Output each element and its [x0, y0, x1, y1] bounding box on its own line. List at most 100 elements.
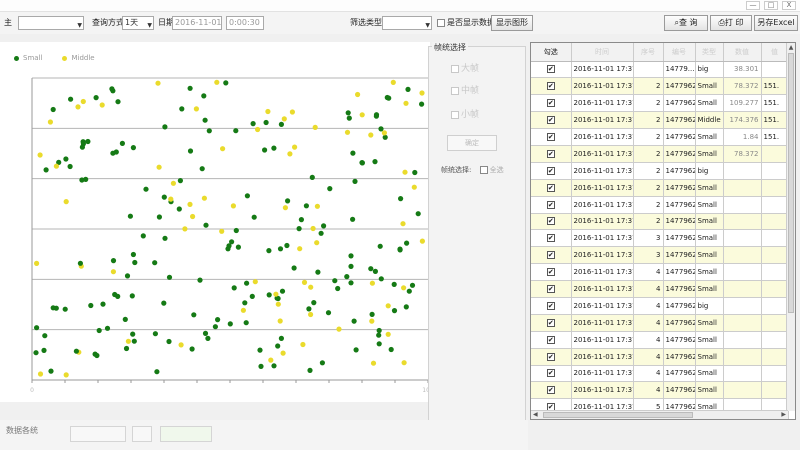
column-header[interactable]: 序号 [633, 43, 664, 62]
table-row[interactable]: ✔ 2016-11-01 17:37414779628...Small [531, 365, 789, 383]
row-select-cell[interactable]: ✔ [531, 314, 572, 332]
column-header[interactable]: 类型 [695, 43, 724, 62]
only-show-checkbox[interactable]: 是否显示数据 [437, 16, 495, 30]
row-checkbox[interactable]: ✔ [546, 116, 555, 125]
table-row[interactable]: ✔ 2016-11-01 17:37214779628...Small [531, 179, 789, 197]
column-header[interactable]: 值 [761, 43, 789, 62]
row-select-cell[interactable]: ✔ [531, 111, 572, 130]
table-row[interactable]: ✔ 2016-11-01 17:37314779628...Small [531, 246, 789, 265]
row-checkbox[interactable]: ✔ [546, 183, 555, 192]
filter-type-select[interactable]: ▼ [382, 16, 432, 30]
table-row[interactable]: ✔ 2016-11-01 17:37414779628...big [531, 297, 789, 315]
filter-option-large[interactable]: 大帧 [451, 61, 479, 74]
row-checkbox[interactable]: ✔ [546, 82, 555, 91]
row-checkbox[interactable]: ✔ [546, 166, 555, 175]
row-select-cell[interactable]: ✔ [531, 229, 572, 248]
column-header[interactable]: 数值 [723, 43, 762, 62]
row-select-cell[interactable]: ✔ [531, 145, 572, 163]
table-row[interactable]: ✔ 2016-11-01 17:37214779628...big [531, 162, 789, 180]
maximize-button[interactable]: □ [764, 1, 778, 10]
close-button[interactable]: X [782, 1, 796, 10]
row-select-cell[interactable]: ✔ [531, 179, 572, 197]
scroll-right-icon[interactable]: ▶ [781, 411, 786, 419]
row-checkbox[interactable]: ✔ [546, 217, 555, 226]
table-row[interactable]: ✔ 2016-11-01 17:37214779628...Small109.27… [531, 94, 789, 113]
bottom-button-1[interactable] [70, 426, 126, 442]
checkbox-box[interactable] [451, 110, 459, 119]
table-row[interactable]: ✔ 2016-11-01 17:37414779628...Small [531, 348, 789, 366]
row-checkbox[interactable]: ✔ [546, 234, 555, 243]
select-all-checkbox[interactable]: 全选 [479, 166, 504, 174]
row-select-cell[interactable]: ✔ [531, 280, 572, 298]
table-row[interactable]: ✔ 2016-11-01 17:37414779628...Small [531, 331, 789, 349]
row-checkbox[interactable]: ✔ [546, 251, 555, 260]
row-select-cell[interactable]: ✔ [531, 381, 572, 400]
minimize-button[interactable]: — [746, 1, 760, 10]
row-select-cell[interactable]: ✔ [531, 246, 572, 265]
checkbox-box[interactable] [451, 64, 459, 73]
table-row[interactable]: ✔ 2016-11-01 17:37414779628...Small [531, 280, 789, 298]
row-select-cell[interactable]: ✔ [531, 196, 572, 214]
table-row[interactable]: ✔ 2016-11-01 17:37314779628...Small [531, 229, 789, 248]
table-row[interactable]: ✔ 2016-11-01 17:37414779628...Small [531, 263, 789, 282]
row-checkbox[interactable]: ✔ [546, 301, 555, 310]
vertical-scrollbar[interactable]: ▲ [786, 43, 795, 411]
print-button[interactable]: ⎙打 印 [710, 15, 752, 31]
row-checkbox[interactable]: ✔ [546, 386, 555, 395]
scrollbar-thumb[interactable] [788, 53, 794, 313]
row-select-cell[interactable]: ✔ [531, 348, 572, 366]
row-checkbox[interactable]: ✔ [546, 133, 555, 141]
row-checkbox[interactable]: ✔ [546, 268, 555, 277]
scroll-left-icon[interactable]: ◀ [533, 411, 538, 419]
filter-option-small[interactable]: 小帧 [451, 107, 479, 120]
table-row[interactable]: ✔ 2016-11-01 17:37214779628...Small [531, 213, 789, 231]
checkbox-box[interactable] [479, 166, 488, 174]
row-select-cell[interactable]: ✔ [531, 77, 572, 96]
horizontal-scrollbar[interactable]: ◀ ▶ [531, 410, 788, 419]
table-row[interactable]: ✔ 2016-11-01 17:37214779628...Small78.372… [531, 77, 789, 96]
row-select-cell[interactable]: ✔ [531, 128, 572, 146]
filter-confirm-button[interactable]: 确定 [447, 135, 497, 151]
row-checkbox[interactable]: ✔ [546, 149, 555, 158]
row-checkbox[interactable]: ✔ [546, 285, 555, 294]
checkbox-box[interactable] [437, 18, 445, 27]
table-row[interactable]: ✔ 2016-11-01 17:37214779628...Small1.8415… [531, 128, 789, 146]
table-row[interactable]: ✔ 2016-11-01 17:37214779628...Small78.372 [531, 145, 789, 163]
date-picker[interactable]: 2016-11-01 [172, 16, 222, 30]
row-select-cell[interactable]: ✔ [531, 213, 572, 231]
column-header[interactable]: 时间 [571, 43, 634, 62]
table-row[interactable]: ✔ 2016-11-01 17:37214779628...Small [531, 196, 789, 214]
row-select-cell[interactable]: ✔ [531, 365, 572, 383]
checkbox-box[interactable] [451, 86, 459, 95]
scrollbar-thumb[interactable] [543, 412, 693, 418]
row-checkbox[interactable]: ✔ [546, 65, 555, 74]
row-select-cell[interactable]: ✔ [531, 297, 572, 315]
row-checkbox[interactable]: ✔ [546, 318, 555, 327]
bottom-button-2[interactable] [132, 426, 152, 442]
show-chart-button[interactable]: 显示图形 [491, 15, 533, 31]
row-select-cell[interactable]: ✔ [531, 331, 572, 349]
row-select-cell[interactable]: ✔ [531, 94, 572, 113]
time-picker[interactable]: 0:00:30 [226, 16, 264, 30]
query-button[interactable]: ⌕查 询 [664, 15, 708, 31]
table-row[interactable]: ✔ 2016-11-01 17:37214779628...Middle174.3… [531, 111, 789, 130]
table-row[interactable]: ✔ 2016-11-01 17:37414779628...Small [531, 314, 789, 332]
row-select-cell[interactable]: ✔ [531, 263, 572, 282]
table-row[interactable]: ✔ 2016-11-01 17:37414779628...Small [531, 381, 789, 400]
host-select[interactable]: ▼ [18, 16, 84, 30]
bottom-button-3[interactable] [160, 426, 212, 442]
row-select-cell[interactable]: ✔ [531, 61, 572, 79]
filter-option-middle[interactable]: 中帧 [451, 83, 479, 96]
scroll-up-icon[interactable]: ▲ [787, 43, 795, 52]
row-checkbox[interactable]: ✔ [546, 200, 555, 209]
row-select-cell[interactable]: ✔ [531, 162, 572, 180]
query-mode-select[interactable]: 1天 ▼ [122, 16, 154, 30]
row-checkbox[interactable]: ✔ [546, 99, 555, 108]
column-header[interactable]: 编号 [663, 43, 696, 62]
table-row[interactable]: ✔ 2016-11-01 17:37 14779... big 38.301 [531, 61, 789, 79]
column-header[interactable]: 勾选 [531, 43, 572, 62]
row-checkbox[interactable]: ✔ [546, 369, 555, 378]
row-checkbox[interactable]: ✔ [546, 352, 555, 361]
export-excel-button[interactable]: 另存Excel [754, 15, 798, 31]
row-checkbox[interactable]: ✔ [546, 335, 555, 344]
